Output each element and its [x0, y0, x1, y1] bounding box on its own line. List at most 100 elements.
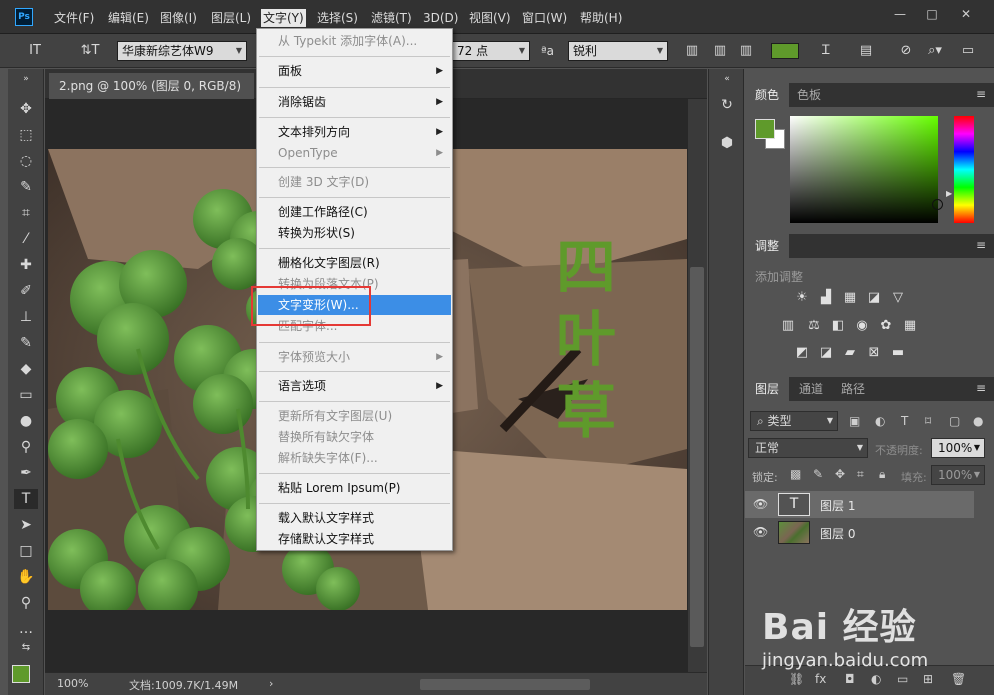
move-tool-icon[interactable]: ✥	[14, 99, 38, 119]
lasso-tool-icon[interactable]: ◌	[14, 151, 38, 171]
delete-layer-icon[interactable]: 🗑︎	[951, 672, 966, 686]
eraser-tool-icon[interactable]: ◆	[14, 359, 38, 379]
layer-name[interactable]: 图层 1	[820, 497, 855, 514]
menu-item[interactable]: 滤镜(T)	[369, 9, 414, 27]
new-layer-icon[interactable]: ⊞	[923, 672, 933, 686]
foreground-color-swatch[interactable]	[12, 665, 30, 683]
menu-item[interactable]: 视图(V)	[467, 9, 513, 27]
menu-item[interactable]: 窗口(W)	[520, 9, 569, 27]
type-menu-item[interactable]: 创建工作路径(C)	[258, 202, 451, 222]
brightness-icon[interactable]: ☀	[793, 290, 811, 306]
tab-color[interactable]: 颜色	[745, 83, 790, 107]
workspace-icon[interactable]: ▭	[958, 43, 978, 59]
menu-item[interactable]: 文字(Y)	[261, 9, 306, 27]
tab-channels[interactable]: 通道	[789, 377, 833, 401]
eyedropper-tool-icon[interactable]: ⁄	[14, 229, 38, 249]
crop-tool-icon[interactable]: ⌗	[14, 203, 38, 223]
tab-layers[interactable]: 图层	[745, 377, 790, 401]
menu-item[interactable]: 编辑(E)	[106, 9, 151, 27]
close-button[interactable]: ✕	[956, 6, 976, 22]
layer-row[interactable]: 👁︎ 图层 0	[745, 519, 974, 546]
search-icon[interactable]: ⌕▾	[920, 43, 950, 59]
blur-tool-icon[interactable]: ●	[14, 411, 38, 431]
color-lookup-icon[interactable]: ▦	[901, 318, 919, 334]
font-size-select[interactable]: 72 点 ▼	[452, 41, 530, 61]
type-menu-item[interactable]: 消除锯齿 ▶	[258, 92, 451, 112]
collapse-icon[interactable]: «	[717, 73, 737, 85]
exposure-icon[interactable]: ◪	[865, 290, 883, 306]
antialias-select[interactable]: 锐利 ▼	[568, 41, 668, 61]
link-layers-icon[interactable]: ⛓	[789, 672, 804, 686]
type-menu-item[interactable]: OpenType ▶	[258, 143, 451, 163]
hue-saturation-icon[interactable]: ▥	[779, 318, 797, 334]
visibility-eye-icon[interactable]: 👁︎	[753, 497, 768, 511]
lock-all-icon[interactable]: 🔒︎	[879, 467, 885, 482]
history-panel-icon[interactable]: ↻	[717, 95, 737, 115]
character-panel-icon[interactable]: ▤	[856, 43, 876, 59]
type-menu-item[interactable]: 面板 ▶	[258, 61, 451, 81]
swap-colors-icon[interactable]: ⇆	[14, 641, 38, 655]
posterize-icon[interactable]: ◪	[817, 345, 835, 361]
vibrance-icon[interactable]: ▽	[889, 290, 907, 306]
hue-slider[interactable]	[954, 116, 974, 223]
blend-mode-select[interactable]: 正常 ▼	[748, 438, 868, 458]
panel-menu-icon[interactable]: ≡	[976, 381, 986, 395]
canvas-text-layer[interactable]: 四 叶 草	[555, 232, 617, 448]
hand-tool-icon[interactable]: ✋	[14, 567, 38, 587]
type-menu-item[interactable]: 替换所有缺欠字体	[258, 427, 451, 447]
menu-item[interactable]: 图层(L)	[209, 9, 253, 27]
tab-adjustments[interactable]: 调整	[745, 234, 790, 258]
menu-item[interactable]: 3D(D)	[421, 9, 460, 27]
type-tool-icon[interactable]: T	[14, 489, 38, 509]
healing-brush-icon[interactable]: ✚	[14, 255, 38, 275]
align-center-icon[interactable]: ▥	[709, 43, 731, 59]
pen-tool-icon[interactable]: ✒	[14, 463, 38, 483]
type-menu-item[interactable]: 创建 3D 文字(D)	[258, 172, 451, 192]
warp-text-icon[interactable]: Ꮖ	[816, 43, 836, 59]
curves-icon[interactable]: ▦	[841, 290, 859, 306]
brush-tool-icon[interactable]: ✐	[14, 281, 38, 301]
channel-mixer-icon[interactable]: ✿	[877, 318, 895, 334]
lock-transparent-icon[interactable]: ▩	[790, 467, 801, 481]
type-menu-item[interactable]: 转换为形状(S)	[258, 223, 451, 243]
type-menu-item[interactable]: 存储默认文字样式	[258, 529, 451, 549]
panel-menu-icon[interactable]: ≡	[976, 87, 986, 101]
quick-select-tool-icon[interactable]: ✎	[14, 177, 38, 197]
gradient-tool-icon[interactable]: ▭	[14, 385, 38, 405]
menu-item[interactable]: 文件(F)	[52, 9, 96, 27]
align-right-icon[interactable]: ▥	[735, 43, 757, 59]
hue-marker-icon[interactable]: ▶	[946, 189, 952, 198]
threshold-icon[interactable]: ▰	[841, 345, 859, 361]
type-menu-item[interactable]: 解析缺失字体(F)...	[258, 448, 451, 468]
layer-name[interactable]: 图层 0	[820, 525, 855, 542]
type-tool-preset-icon[interactable]: IT	[20, 43, 50, 59]
lock-artboard-icon[interactable]: ⌗	[857, 467, 864, 482]
filter-shape-icon[interactable]: ⌑	[925, 414, 931, 428]
toggle-text-orientation-icon[interactable]: ⇅T	[78, 43, 102, 59]
align-left-icon[interactable]: ▥	[681, 43, 703, 59]
gradient-map-icon[interactable]: ▬	[889, 345, 907, 361]
visibility-eye-icon[interactable]: 👁︎	[753, 525, 768, 539]
color-panel-foreground[interactable]	[755, 119, 775, 139]
zoom-tool-icon[interactable]: ⚲	[14, 593, 38, 613]
filter-adjustment-icon[interactable]: ◐	[875, 414, 885, 428]
rectangle-tool-icon[interactable]: □	[14, 541, 38, 561]
layer-filter-select[interactable]: ⌕ 类型 ▼	[750, 411, 838, 431]
cancel-icon[interactable]: ⊘	[896, 43, 916, 59]
type-menu-item[interactable]: 语言选项 ▶	[258, 376, 451, 396]
menu-item[interactable]: 帮助(H)	[578, 9, 624, 27]
type-menu-item[interactable]: 更新所有文字图层(U)	[258, 406, 451, 426]
selective-color-icon[interactable]: ⊠	[865, 345, 883, 361]
layer-row[interactable]: 👁︎ T 图层 1	[745, 491, 974, 518]
menu-item[interactable]: 图像(I)	[158, 9, 199, 27]
type-menu-item[interactable]: 从 Typekit 添加字体(A)...	[258, 31, 451, 51]
history-brush-icon[interactable]: ✎	[14, 333, 38, 353]
invert-icon[interactable]: ◩	[793, 345, 811, 361]
group-icon[interactable]: ▭	[897, 672, 908, 686]
tab-swatches[interactable]: 色板	[787, 83, 831, 107]
tab-paths[interactable]: 路径	[831, 377, 875, 401]
layer-style-icon[interactable]: fx	[815, 672, 826, 686]
zoom-level[interactable]: 100%	[57, 677, 88, 690]
photo-filter-icon[interactable]: ◉	[853, 318, 871, 334]
panel-menu-icon[interactable]: ≡	[976, 238, 986, 252]
